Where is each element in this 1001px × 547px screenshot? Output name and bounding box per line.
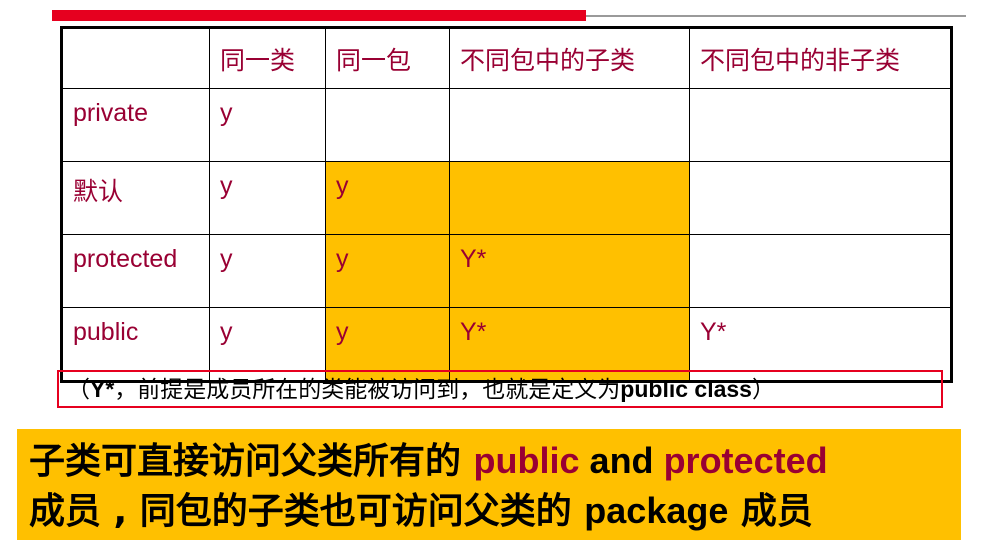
title-rule-line bbox=[586, 15, 966, 17]
table-cell: y bbox=[209, 88, 326, 162]
col-header-same-package: 同一包 bbox=[325, 27, 450, 89]
table-cell: y bbox=[209, 234, 326, 308]
footnote-box: （Y*，前提是成员所在的类能被访问到，也就是定义为public class） bbox=[57, 370, 943, 408]
table-header-row: 同一类 同一包 不同包中的子类 不同包中的非子类 bbox=[61, 27, 952, 89]
summary-text: 成员 , 同包的子类也可访问父类的 bbox=[29, 491, 585, 532]
table-cell-highlighted: y bbox=[325, 234, 450, 308]
table-row-default: 默认 y y bbox=[61, 161, 952, 235]
table-row-private: private y bbox=[61, 88, 952, 162]
summary-text: 子类可直接访问父类所有的 bbox=[29, 441, 474, 482]
summary-keyword-protected: protected bbox=[663, 440, 828, 481]
table-corner-cell bbox=[61, 27, 210, 89]
summary-line-2: 成员 , 同包的子类也可访问父类的 package 成员 bbox=[29, 486, 961, 536]
summary-box: 子类可直接访问父类所有的 public and protected 成员 , 同… bbox=[17, 429, 961, 540]
col-header-same-class: 同一类 bbox=[209, 27, 326, 89]
table-cell bbox=[689, 161, 952, 235]
table-cell bbox=[449, 88, 690, 162]
col-header-nonsubclass-other-package: 不同包中的非子类 bbox=[689, 27, 952, 89]
summary-keyword-package: package bbox=[584, 490, 729, 531]
summary-line-1: 子类可直接访问父类所有的 public and protected bbox=[29, 436, 961, 486]
footnote-open-paren: （ bbox=[67, 377, 90, 403]
footnote-text: ，前提是成员所在的类能被访问到，也就是定义为 bbox=[114, 377, 621, 403]
table-cell-highlighted bbox=[449, 161, 690, 235]
footnote-keyword: public class bbox=[620, 376, 752, 402]
access-modifier-table: 同一类 同一包 不同包中的子类 不同包中的非子类 private y 默认 y … bbox=[60, 26, 953, 383]
summary-keyword-public: public bbox=[473, 440, 580, 481]
title-accent-bar bbox=[52, 10, 586, 21]
table-cell-highlighted: Y* bbox=[449, 234, 690, 308]
footnote-marker: Y* bbox=[90, 376, 115, 402]
summary-and: and bbox=[579, 440, 664, 481]
row-label-protected: protected bbox=[61, 234, 210, 308]
table-cell bbox=[689, 234, 952, 308]
table-cell bbox=[689, 88, 952, 162]
row-label-private: private bbox=[61, 88, 210, 162]
table-cell bbox=[325, 88, 450, 162]
col-header-subclass-other-package: 不同包中的子类 bbox=[449, 27, 690, 89]
summary-text-end: 成员 bbox=[728, 491, 813, 532]
row-label-default: 默认 bbox=[61, 161, 210, 235]
footnote-close-paren: ） bbox=[751, 377, 775, 403]
table-row-protected: protected y y Y* bbox=[61, 234, 952, 308]
table-cell: y bbox=[209, 161, 326, 235]
table-cell-highlighted: y bbox=[325, 161, 450, 235]
